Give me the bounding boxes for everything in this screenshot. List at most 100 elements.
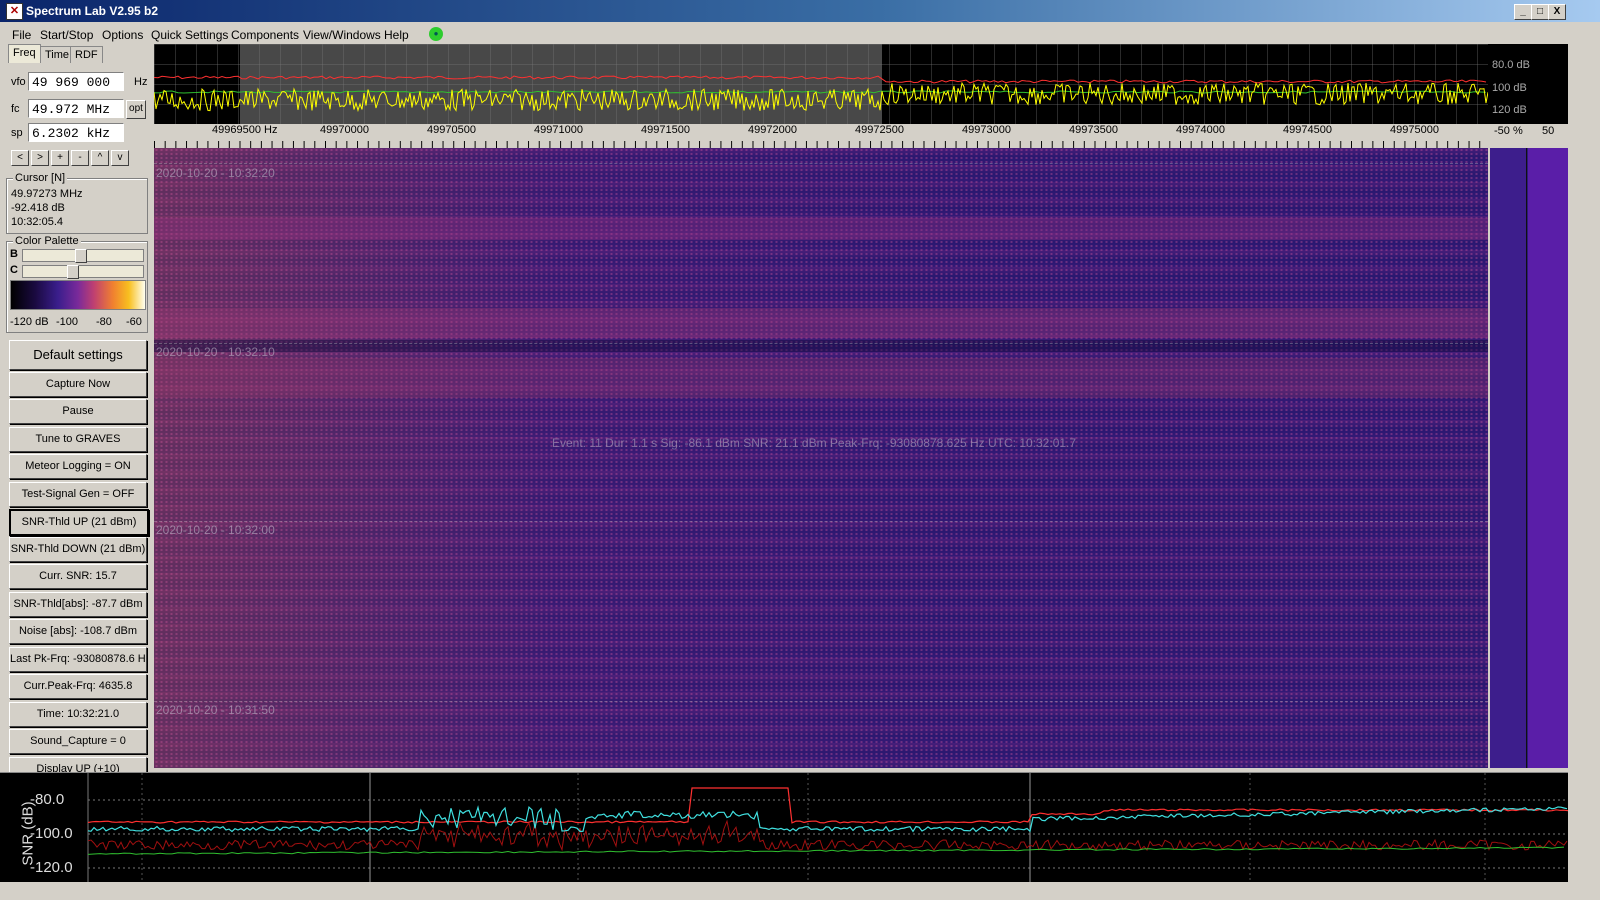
contrast-slider[interactable] bbox=[22, 265, 144, 279]
vfo-input[interactable]: 49 969 000 bbox=[28, 72, 124, 91]
spectrum-scale-bottom: 120 dB bbox=[1492, 104, 1527, 116]
freq-tick-label: 49974500 bbox=[1283, 124, 1332, 136]
frequency-axis[interactable]: 49969500 Hz 49970000 49970500 49971000 4… bbox=[154, 124, 1488, 149]
menu-help[interactable]: Help bbox=[384, 28, 409, 42]
freq-tick-label: 49971500 bbox=[641, 124, 690, 136]
curr-peak-freq-button[interactable]: Curr.Peak-Frq: 4635.8 bbox=[9, 674, 147, 699]
percent-axis: -50 % 50 bbox=[1488, 124, 1568, 148]
menu-bar: File Start/Stop Options Quick Settings C… bbox=[0, 24, 1600, 44]
freq-tick-label: 49972000 bbox=[748, 124, 797, 136]
sp-input[interactable]: 6.2302 kHz bbox=[28, 123, 124, 142]
spectrum-scale-top: 80.0 dB bbox=[1492, 59, 1530, 71]
palette-label-2: -100 bbox=[56, 316, 79, 328]
nav-right-button[interactable]: > bbox=[31, 150, 49, 166]
nav-down-button[interactable]: v bbox=[111, 150, 129, 166]
snr-thld-down-button[interactable]: SNR-Thld DOWN (21 dBm) bbox=[9, 537, 147, 562]
curr-snr-button[interactable]: Curr. SNR: 15.7 bbox=[9, 564, 147, 589]
brightness-slider[interactable] bbox=[22, 249, 144, 263]
contrast-label: C bbox=[10, 264, 18, 276]
freq-tick-label: 49973500 bbox=[1069, 124, 1118, 136]
right-edge-panel bbox=[1568, 44, 1600, 900]
snr-thld-abs-button[interactable]: SNR-Thld[abs]: -87.7 dBm bbox=[9, 592, 147, 617]
spectrum-peak-trace bbox=[154, 75, 1487, 84]
tab-time[interactable]: Time bbox=[40, 46, 75, 63]
tab-freq[interactable]: Freq bbox=[8, 44, 41, 63]
waterfall-time-label: 2020-10-20 - 10:31:50 bbox=[156, 703, 275, 717]
spectrum-live-trace bbox=[154, 81, 1488, 113]
title-bar: ✕ Spectrum Lab V2.95 b2 _ □ X bbox=[0, 0, 1600, 22]
spectrum-level-scale: 80.0 dB 100 dB 120 dB bbox=[1488, 44, 1568, 124]
fc-input[interactable]: 49.972 MHz bbox=[28, 99, 124, 118]
freq-tick-label: 49969500 Hz bbox=[212, 124, 278, 136]
waterfall-band bbox=[154, 218, 1488, 240]
freq-tick-label: 49971000 bbox=[534, 124, 583, 136]
brightness-label: B bbox=[10, 248, 18, 260]
menu-options[interactable]: Options bbox=[102, 28, 143, 42]
zoom-in-button[interactable]: + bbox=[51, 150, 69, 166]
freq-tick-label: 49970500 bbox=[427, 124, 476, 136]
freq-tick-label: 49974000 bbox=[1176, 124, 1225, 136]
time-button[interactable]: Time: 10:32:21.0 bbox=[9, 702, 147, 727]
snr-thld-up-button[interactable]: SNR-Thld UP (21 dBm) bbox=[9, 509, 149, 536]
menu-quick-settings[interactable]: Quick Settings bbox=[151, 28, 228, 42]
color-palette-title: Color Palette bbox=[13, 235, 81, 247]
freq-tick-label: 49975000 bbox=[1390, 124, 1439, 136]
snr-floor-trace bbox=[87, 846, 1565, 855]
nav-up-button[interactable]: ^ bbox=[91, 150, 109, 166]
waterfall-side-col bbox=[1490, 148, 1527, 768]
sound-capture-button[interactable]: Sound_Capture = 0 bbox=[9, 729, 147, 754]
waterfall-display[interactable]: 2020-10-20 - 10:32:20 2020-10-20 - 10:32… bbox=[154, 148, 1488, 768]
zoom-out-button[interactable]: - bbox=[71, 150, 89, 166]
color-palette-bar[interactable] bbox=[10, 280, 146, 310]
sp-label: sp bbox=[11, 127, 23, 139]
freq-tick-label: 49972500 bbox=[855, 124, 904, 136]
display-up-button[interactable]: Display UP (+10) bbox=[9, 757, 147, 773]
tune-to-graves-button[interactable]: Tune to GRAVES bbox=[9, 427, 147, 452]
fc-label: fc bbox=[11, 103, 20, 115]
tab-rdf[interactable]: RDF bbox=[70, 46, 103, 63]
cursor-time: 10:32:05.4 bbox=[11, 216, 63, 228]
time-marker-line bbox=[154, 163, 1488, 164]
snr-noise-trace bbox=[87, 819, 1568, 852]
pct-label-left: -50 % bbox=[1494, 125, 1523, 137]
snr-signal-trace bbox=[87, 787, 1568, 824]
menu-start-stop[interactable]: Start/Stop bbox=[40, 28, 93, 42]
cursor-level: -92.418 dB bbox=[11, 202, 65, 214]
frequency-axis-ticks bbox=[154, 141, 1488, 148]
spectrum-traces bbox=[154, 75, 1488, 113]
time-marker-line bbox=[154, 521, 1488, 522]
snr-level-trace bbox=[87, 805, 1568, 833]
nav-left-button[interactable]: < bbox=[11, 150, 29, 166]
spectrum-display[interactable] bbox=[154, 44, 1488, 124]
event-annotation: Event: 11 Dur: 1.1 s Sig: -86.1 dBm SNR:… bbox=[552, 436, 1077, 450]
test-signal-gen-button[interactable]: Test-Signal Gen = OFF bbox=[9, 482, 147, 507]
cursor-group-title: Cursor [N] bbox=[13, 172, 68, 184]
cursor-freq: 49.97273 MHz bbox=[11, 188, 83, 200]
status-indicator-icon[interactable]: ● bbox=[429, 27, 443, 41]
menu-components[interactable]: Components bbox=[231, 28, 299, 42]
fc-options-button[interactable]: opt bbox=[126, 100, 146, 119]
minimize-button[interactable]: _ bbox=[1514, 4, 1532, 20]
window-title: Spectrum Lab V2.95 b2 bbox=[26, 4, 159, 18]
pause-button[interactable]: Pause bbox=[9, 399, 147, 424]
meteor-logging-button[interactable]: Meteor Logging = ON bbox=[9, 454, 147, 479]
snr-plot[interactable]: SNR (dB) -80.0 -100.0 -120.0 bbox=[0, 772, 1568, 883]
default-settings-button[interactable]: Default settings bbox=[9, 340, 147, 370]
spectrum-scale-mid: 100 dB bbox=[1492, 82, 1527, 94]
pct-label-right: 50 bbox=[1542, 125, 1555, 137]
time-marker-line bbox=[154, 343, 1488, 344]
brightness-slider-thumb[interactable] bbox=[75, 249, 87, 263]
cursor-group: Cursor [N] 49.97273 MHz -92.418 dB 10:32… bbox=[6, 172, 148, 234]
menu-file[interactable]: File bbox=[12, 28, 31, 42]
waterfall-time-label: 2020-10-20 - 10:32:00 bbox=[156, 523, 275, 537]
capture-now-button[interactable]: Capture Now bbox=[9, 372, 147, 397]
maximize-button[interactable]: □ bbox=[1531, 4, 1549, 20]
last-peak-freq-button[interactable]: Last Pk-Frq: -93080878.6 Hz bbox=[9, 647, 147, 672]
menu-view-windows[interactable]: View/Windows bbox=[303, 28, 381, 42]
waterfall-side-col2 bbox=[1528, 148, 1568, 768]
app-icon[interactable]: ✕ bbox=[6, 3, 23, 20]
noise-abs-button[interactable]: Noise [abs]: -108.7 dBm bbox=[9, 619, 147, 644]
contrast-slider-thumb[interactable] bbox=[67, 265, 79, 279]
close-button[interactable]: X bbox=[1548, 4, 1566, 20]
waterfall-band bbox=[154, 340, 1488, 352]
